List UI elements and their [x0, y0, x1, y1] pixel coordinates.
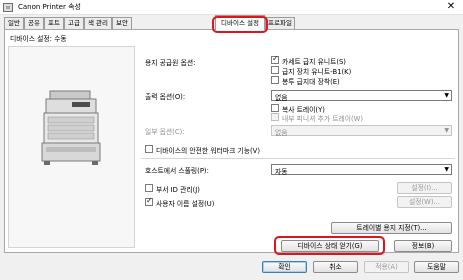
user-name-checkbox[interactable] — [145, 196, 153, 206]
department-id-checkbox[interactable] — [145, 184, 153, 192]
user-name-settings-button[interactable]: 설정(W)... — [397, 196, 452, 208]
apply-button[interactable]: 적용(A) — [364, 261, 409, 273]
envelope-feeder-checkbox[interactable] — [271, 76, 279, 84]
chevron-down-icon: ▼ — [444, 92, 449, 99]
output-options-value: 없음 — [275, 94, 288, 102]
host-spooling-label: 호스트에서 스풀링(P): — [145, 167, 209, 175]
envelope-feeder-label: 봉투 급지대 장착(E) — [282, 78, 340, 86]
cassette-feeder-checkbox[interactable] — [271, 54, 279, 64]
info-button[interactable]: 정보(B) — [394, 240, 452, 252]
output-options-select[interactable]: 없음 ▼ — [271, 90, 452, 102]
department-id-label: 부서 ID 관리(J) — [156, 186, 200, 194]
tab-highlight-marker — [212, 16, 268, 33]
device-settings-panel: 디바이스 설정: 수동 용지 공급원 옵션: 카세트 급지 유니트(S) 급지 … — [4, 29, 459, 253]
action-highlight-marker — [274, 236, 385, 255]
window-title: Canon Printer 속성 — [18, 3, 81, 11]
feeder-unit-b1-checkbox[interactable] — [271, 66, 279, 74]
divider — [141, 158, 455, 159]
chevron-down-icon: ▼ — [444, 127, 449, 134]
partial-options-value: 없음 — [275, 129, 288, 137]
help-button[interactable]: 도움말 — [414, 261, 459, 273]
copy-tray-checkbox[interactable] — [271, 104, 279, 112]
tray-paper-size-button[interactable]: 트레이별 용지 지정(T)... — [331, 222, 452, 234]
output-options-label: 출력 옵션(O): — [145, 93, 186, 101]
partial-options-select[interactable]: 없음 ▼ — [271, 125, 452, 137]
cancel-button[interactable]: 취소 — [313, 261, 358, 273]
host-spooling-select[interactable]: 자동 ▼ — [271, 164, 452, 176]
feeder-unit-b1-label: 급지 장치 유니트-B1(K) — [282, 68, 352, 76]
cassette-feeder-label: 카세트 급지 유니트(S) — [282, 58, 346, 66]
ok-button[interactable]: 확인 — [262, 261, 307, 273]
printer-app-icon — [3, 3, 13, 12]
close-icon[interactable]: ✕ — [445, 1, 457, 13]
secure-watermark-label: 디바이스의 안전한 워터마크 기능(V) — [156, 147, 260, 155]
inner-tray-label: 내부 피니셔 추가 트레이(W) — [282, 115, 364, 123]
chevron-down-icon: ▼ — [444, 166, 449, 173]
title-bar: Canon Printer 속성 ✕ — [0, 0, 463, 15]
department-id-settings-button[interactable]: 설정(I)... — [397, 182, 452, 194]
partial-options-label: 일부 옵션(C): — [145, 128, 185, 136]
printer-preview — [8, 46, 135, 248]
printer-illustration-icon — [41, 90, 101, 165]
device-settings-status: 디바이스 설정: 수동 — [10, 35, 67, 43]
paper-source-label: 용지 공급원 옵션: — [145, 59, 196, 67]
secure-watermark-checkbox[interactable] — [145, 145, 153, 153]
inner-tray-checkbox[interactable] — [271, 113, 279, 121]
host-spooling-value: 자동 — [275, 168, 288, 176]
user-name-label: 사용자 이름 설정(U) — [156, 200, 215, 208]
